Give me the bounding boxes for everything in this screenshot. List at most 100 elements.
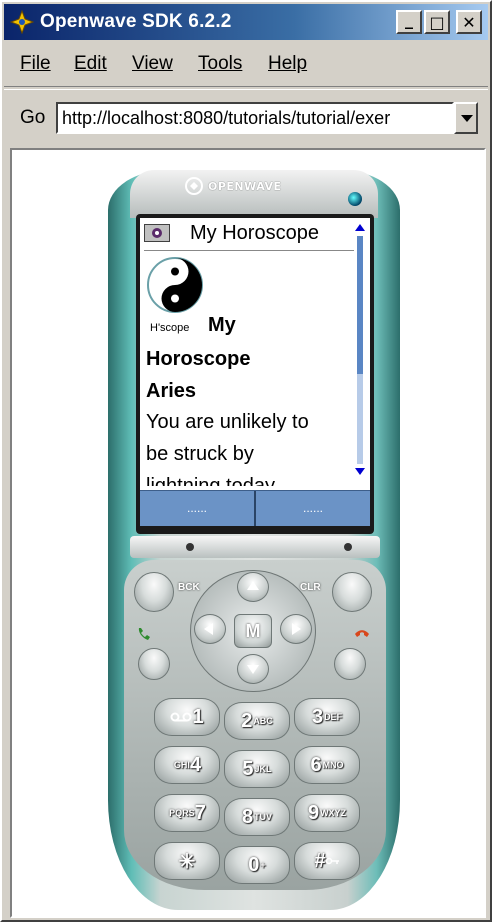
screen-scrollbar[interactable]: [354, 222, 366, 478]
key-hash-label: #: [314, 849, 326, 872]
key-5[interactable]: 5 JKL: [224, 750, 290, 788]
call-end-red-icon: [355, 630, 369, 637]
menu-key[interactable]: M: [234, 614, 272, 648]
menu-help-label: Help: [268, 53, 308, 74]
heading-part-2: Horoscope: [146, 348, 251, 370]
key-hash[interactable]: #: [294, 842, 360, 880]
horoscope-line-1: You are unlikely to: [146, 411, 309, 433]
softkey-bar: ...... ......: [140, 490, 370, 526]
horoscope-card-icon: [144, 224, 170, 242]
menu-tools[interactable]: Tools: [198, 53, 242, 75]
url-dropdown-button[interactable]: [454, 102, 478, 134]
arrow-up-icon: [247, 581, 259, 590]
arrow-left-icon: [204, 623, 213, 635]
softkey-left-label: ......: [186, 501, 207, 515]
url-input[interactable]: http://localhost:8080/tutorials/tutorial…: [56, 102, 454, 134]
key-8-sub: TUV: [254, 812, 273, 822]
menu-view-label: View: [132, 53, 173, 74]
menu-bar: File Edit View Tools Help: [4, 46, 488, 82]
close-icon: ✕: [462, 12, 476, 32]
key-6-label: 6: [310, 753, 322, 776]
key-2[interactable]: 2 ABC: [224, 702, 290, 740]
key-1[interactable]: 1: [154, 698, 220, 736]
menu-file[interactable]: File: [20, 53, 51, 75]
minimize-icon: _: [405, 9, 413, 29]
key-6-sub: MNO: [322, 760, 344, 770]
menu-edit[interactable]: Edit: [74, 53, 107, 75]
key-3[interactable]: 3 DEF: [294, 698, 360, 736]
horoscope-line-2: be struck by: [146, 443, 254, 465]
clear-key-label: CLR: [300, 582, 321, 593]
key-8-label: 8: [241, 805, 254, 828]
softkey-right-label: ......: [302, 501, 323, 515]
maximize-button[interactable]: □: [424, 10, 450, 34]
phone-screen[interactable]: My Horoscope H'scope My Horoscope Aries …: [140, 218, 370, 526]
key-5-label: 5: [242, 757, 254, 780]
scroll-down-icon[interactable]: [355, 468, 365, 475]
arrow-right-icon: [292, 623, 301, 635]
menu-file-label: File: [20, 53, 51, 74]
key-5-sub: JKL: [254, 764, 272, 774]
key-7[interactable]: PQRS 7: [154, 794, 220, 832]
key-7-label: 7: [194, 801, 206, 824]
key-0-sub: +: [260, 860, 266, 870]
image-alt-label: H'scope: [150, 322, 190, 334]
clear-key[interactable]: [332, 572, 372, 612]
key-1-label: 1: [192, 705, 204, 728]
arrow-down-icon: [247, 665, 259, 674]
voicemail-icon: [170, 712, 192, 722]
heading-part-1: My: [208, 314, 236, 336]
screen-title: My Horoscope: [190, 222, 319, 244]
openwave-app-icon: [10, 10, 34, 34]
nav-up-button[interactable]: [237, 572, 269, 602]
screen-title-divider: [144, 250, 354, 251]
menu-help[interactable]: Help: [268, 53, 307, 75]
key-6[interactable]: 6 MNO: [294, 746, 360, 784]
horoscope-line-3: lightning today: [146, 475, 275, 486]
back-key[interactable]: [134, 572, 174, 612]
scroll-up-icon[interactable]: [355, 224, 365, 231]
key-8[interactable]: 8 TUV: [224, 798, 290, 836]
right-softkey-dot[interactable]: [344, 543, 352, 551]
address-bar: Go http://localhost:8080/tutorials/tutor…: [4, 94, 488, 142]
key-star[interactable]: ✳: [154, 842, 220, 880]
menu-edit-label: Edit: [74, 53, 107, 74]
left-softkey-dot[interactable]: [186, 543, 194, 551]
nav-left-button[interactable]: [194, 614, 226, 644]
key-9-label: 9: [307, 801, 320, 824]
key-icon: [325, 857, 339, 865]
close-button[interactable]: ✕: [456, 10, 482, 34]
menu-view[interactable]: View: [132, 53, 173, 75]
softkey-left[interactable]: ......: [140, 491, 256, 526]
openwave-logo-icon: [185, 177, 203, 195]
key-4-label: 4: [189, 753, 202, 776]
key-3-sub: DEF: [324, 712, 343, 722]
key-7-sub: PQRS: [169, 808, 195, 818]
screen-title-bar: My Horoscope: [140, 218, 352, 252]
brand-label: OPENWAVE: [208, 180, 282, 193]
scroll-thumb[interactable]: [357, 236, 363, 374]
nav-down-button[interactable]: [237, 654, 269, 684]
key-0[interactable]: 0 +: [224, 846, 290, 884]
end-key[interactable]: [334, 648, 366, 680]
send-key[interactable]: [138, 648, 170, 680]
key-9[interactable]: 9 WXYZ: [294, 794, 360, 832]
app-window: Openwave SDK 6.2.2 _ □ ✕ File Edit View …: [0, 0, 492, 922]
call-green-icon: [138, 628, 150, 640]
go-label[interactable]: Go: [20, 107, 45, 129]
nav-right-button[interactable]: [280, 614, 312, 644]
maximize-icon: □: [429, 12, 445, 32]
softkey-right[interactable]: ......: [256, 491, 370, 526]
status-led: [348, 192, 362, 206]
yin-yang-icon: [147, 257, 203, 313]
key-0-label: 0: [248, 853, 260, 876]
key-2-label: 2: [241, 709, 253, 732]
key-4[interactable]: GHI 4: [154, 746, 220, 784]
key-4-sub: GHI: [173, 760, 190, 770]
minimize-button[interactable]: _: [396, 10, 422, 34]
key-9-sub: WXYZ: [320, 808, 347, 818]
key-star-label: ✳: [178, 850, 196, 873]
title-bar[interactable]: Openwave SDK 6.2.2 _ □ ✕: [4, 4, 488, 40]
toolbar-divider: [4, 86, 488, 90]
simulator-viewport: OPENWAVE My Horoscope H'scope My Horosco…: [10, 148, 486, 918]
